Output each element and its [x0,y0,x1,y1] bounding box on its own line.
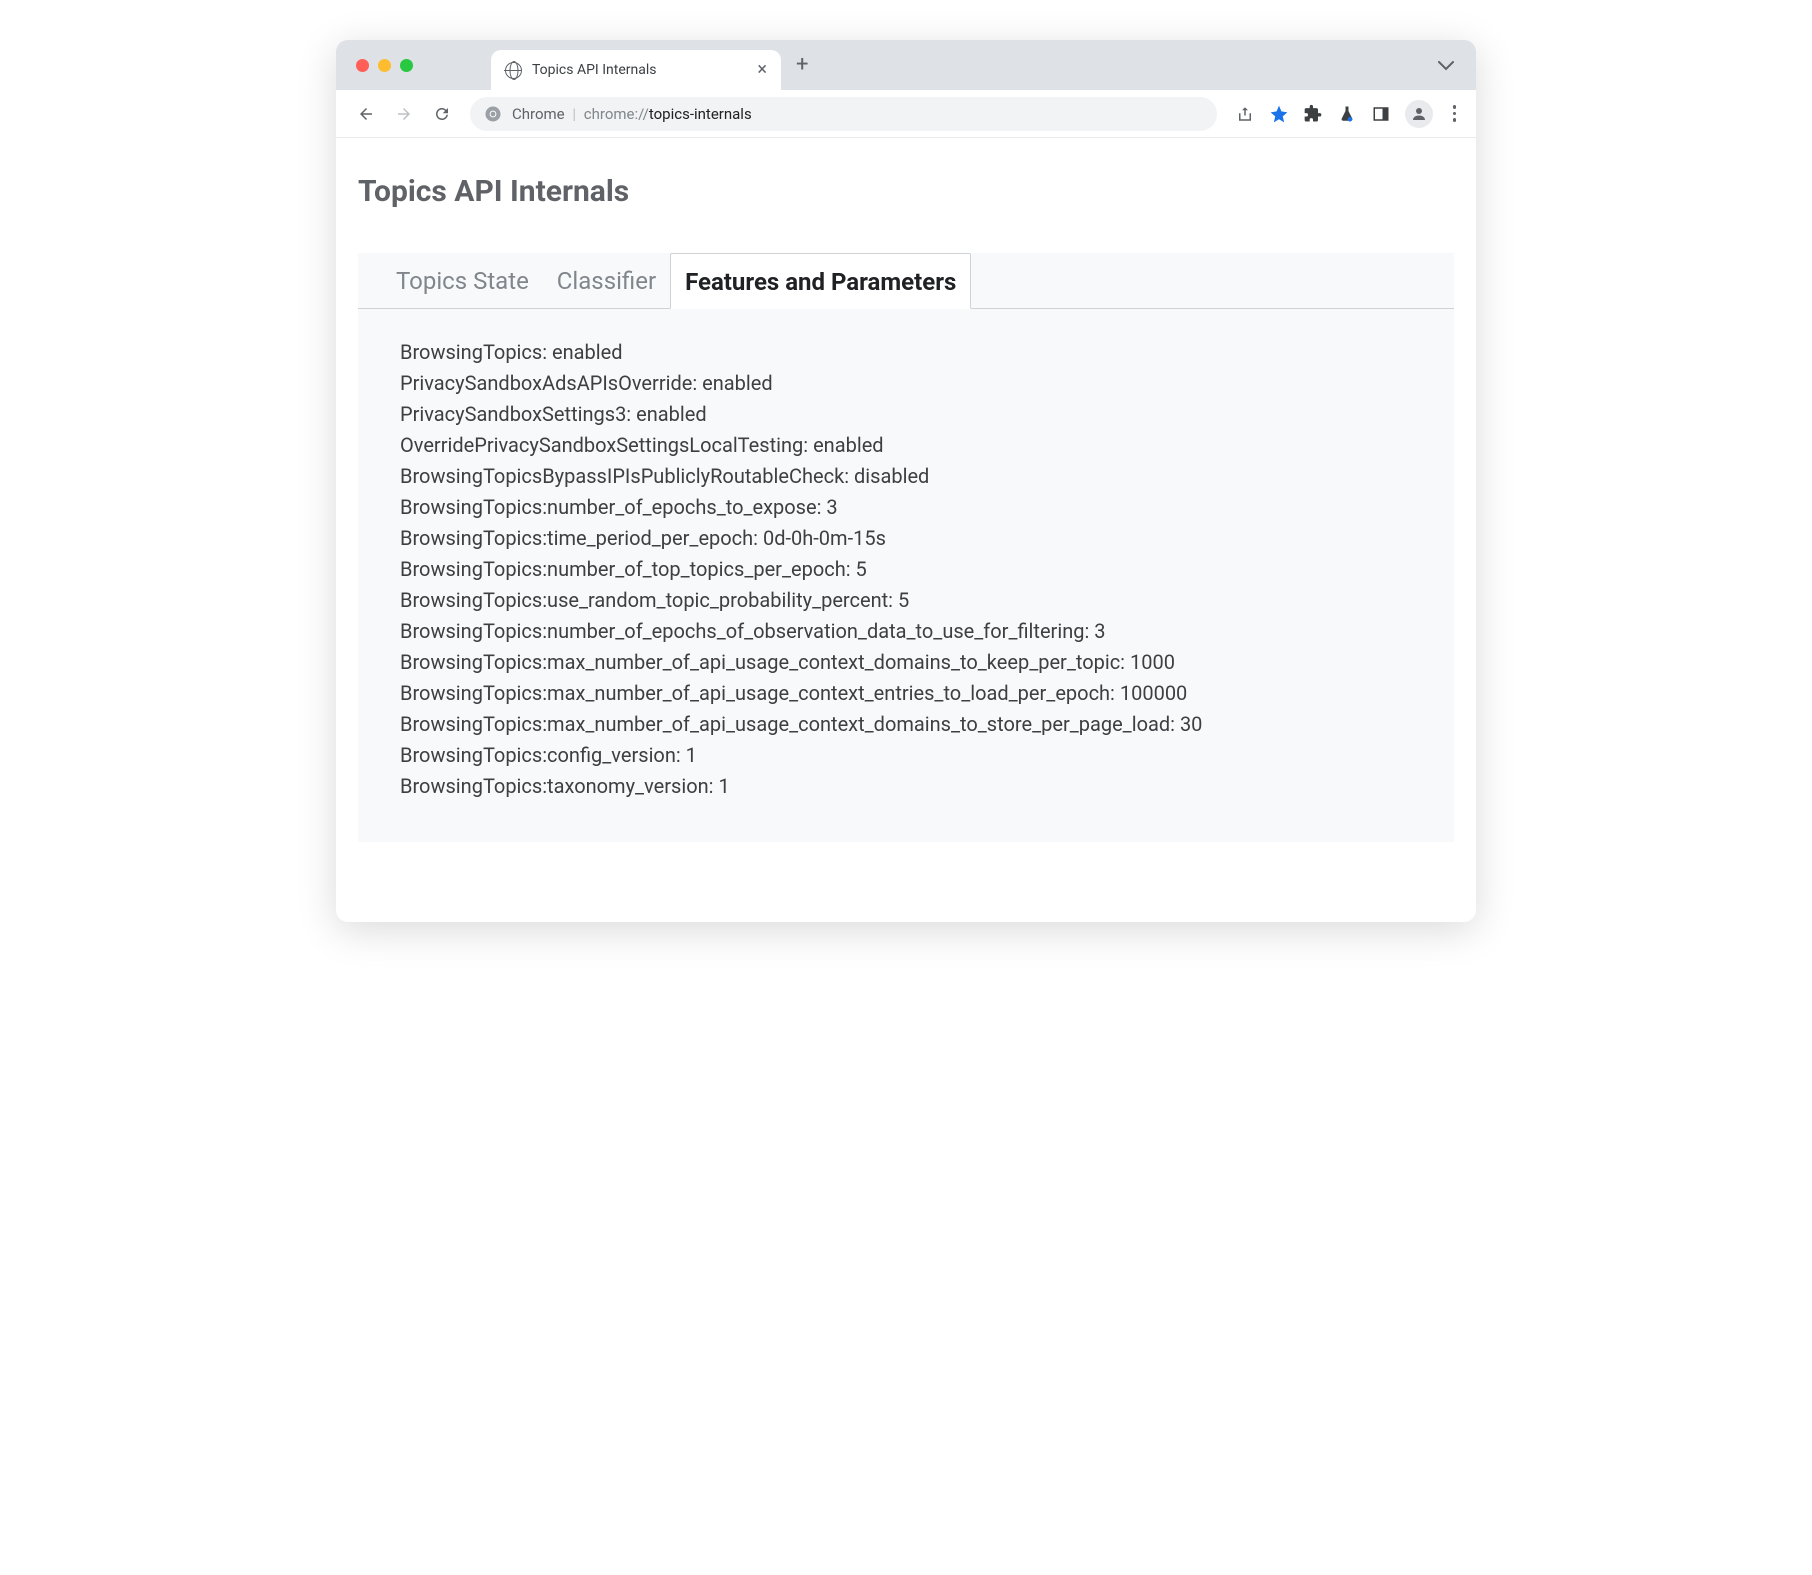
tab-topics-state[interactable]: Topics State [382,253,543,308]
window-controls [356,59,413,72]
feature-row: BrowsingTopics: enabled [400,337,1454,368]
window-titlebar: Topics API Internals × + [336,40,1476,90]
omnibox-url-path: topics-internals [649,105,752,123]
tabs-row: Topics State Classifier Features and Par… [358,253,1454,309]
close-tab-button[interactable]: × [757,61,767,79]
feature-row: PrivacySandboxAdsAPIsOverride: enabled [400,368,1454,399]
chrome-icon [484,105,502,123]
omnibox-separator: | [572,105,576,123]
omnibox-origin: Chrome [512,105,565,123]
tab-classifier[interactable]: Classifier [543,253,670,308]
forward-button[interactable] [388,98,420,130]
back-button[interactable] [350,98,382,130]
browser-toolbar: Chrome | chrome://topics-internals [336,90,1476,138]
tab-features-parameters[interactable]: Features and Parameters [670,253,971,309]
page-title: Topics API Internals [358,174,1454,209]
browser-tab[interactable]: Topics API Internals × [491,50,781,90]
maximize-window-button[interactable] [400,59,413,72]
features-list: BrowsingTopics: enabled PrivacySandboxAd… [358,309,1454,842]
tabs-panel: Topics State Classifier Features and Par… [358,253,1454,842]
address-bar[interactable]: Chrome | chrome://topics-internals [470,97,1217,131]
profile-avatar[interactable] [1405,100,1433,128]
new-tab-button[interactable]: + [796,54,808,76]
close-window-button[interactable] [356,59,369,72]
feature-row: BrowsingTopics:config_version: 1 [400,740,1454,771]
bookmark-star-icon[interactable] [1269,104,1289,124]
feature-row: BrowsingTopics:time_period_per_epoch: 0d… [400,523,1454,554]
omnibox-url-scheme: chrome:// [584,105,649,123]
menu-kebab-icon[interactable] [1447,105,1463,122]
feature-row: BrowsingTopics:max_number_of_api_usage_c… [400,678,1454,709]
feature-row: BrowsingTopics:max_number_of_api_usage_c… [400,647,1454,678]
extensions-icon[interactable] [1303,104,1323,124]
feature-row: BrowsingTopics:max_number_of_api_usage_c… [400,709,1454,740]
feature-row: BrowsingTopics:number_of_top_topics_per_… [400,554,1454,585]
feature-row: BrowsingTopicsBypassIPIsPubliclyRoutable… [400,461,1454,492]
globe-icon [505,62,522,79]
feature-row: BrowsingTopics:number_of_epochs_of_obser… [400,616,1454,647]
share-icon[interactable] [1235,104,1255,124]
reload-button[interactable] [426,98,458,130]
feature-row: BrowsingTopics:number_of_epochs_to_expos… [400,492,1454,523]
tab-title: Topics API Internals [532,62,747,78]
labs-flask-icon[interactable] [1337,104,1357,124]
page-content: Topics API Internals Topics State Classi… [336,138,1476,922]
feature-row: BrowsingTopics:taxonomy_version: 1 [400,771,1454,802]
feature-row: OverridePrivacySandboxSettingsLocalTesti… [400,430,1454,461]
side-panel-icon[interactable] [1371,104,1391,124]
tabs-dropdown-button[interactable] [1438,56,1454,75]
browser-window: Topics API Internals × + [336,40,1476,922]
toolbar-actions [1229,100,1463,128]
feature-row: BrowsingTopics:use_random_topic_probabil… [400,585,1454,616]
omnibox-text: Chrome | chrome://topics-internals [512,105,752,123]
minimize-window-button[interactable] [378,59,391,72]
feature-row: PrivacySandboxSettings3: enabled [400,399,1454,430]
